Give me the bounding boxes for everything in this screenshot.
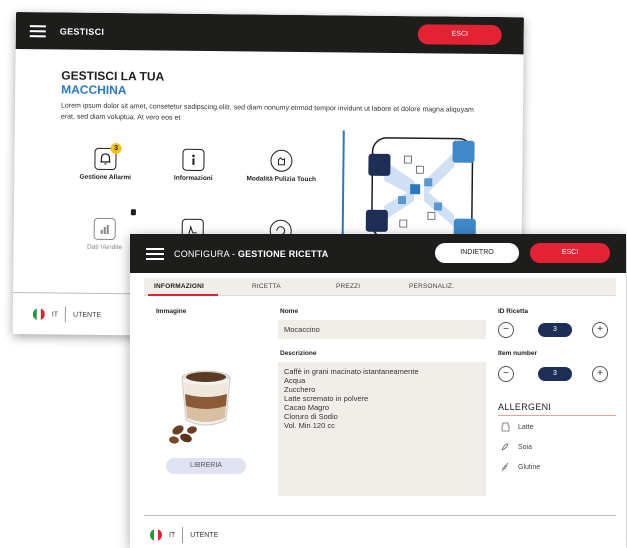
window-title: GESTISCI: [59, 25, 105, 37]
recipe-id-value: 3: [538, 323, 572, 337]
item-number-value: 3: [538, 367, 572, 381]
exit-button[interactable]: ESCI: [530, 243, 610, 263]
user-label[interactable]: UTENTE: [73, 311, 101, 318]
item-number-increment-button[interactable]: +: [592, 366, 608, 382]
tile-label: Gestione Allarmi: [79, 173, 132, 182]
recipe-id-increment-button[interactable]: +: [592, 322, 608, 338]
info-icon: [182, 148, 205, 171]
language-label[interactable]: IT: [52, 311, 58, 318]
description-line: Cloruro di Sodio: [284, 412, 338, 421]
milk-icon: [500, 422, 510, 432]
exit-button[interactable]: ESCI: [417, 24, 502, 46]
description-line: Vol. Min 120 cc: [284, 421, 335, 430]
language-label[interactable]: IT: [169, 532, 175, 539]
tab-ricetta[interactable]: RICETTA: [252, 283, 281, 290]
lock-icon: [130, 209, 136, 216]
active-tab-indicator: [148, 294, 218, 296]
allergen-item[interactable]: Soia: [500, 442, 532, 452]
tab-prezzi[interactable]: PREZZI: [336, 283, 360, 290]
tab-personaliz[interactable]: PERSONALIZ.: [409, 283, 454, 290]
divider: [64, 306, 67, 323]
page-heading-accent: MACCHINA: [61, 82, 127, 98]
wheat-icon: [500, 462, 510, 472]
tab-bar: INFORMAZIONI RICETTA PREZZI PERSONALIZ.: [144, 278, 616, 296]
image-label: Immagine: [156, 308, 187, 315]
divider: [498, 415, 616, 416]
menu-icon[interactable]: [29, 24, 46, 37]
title-prefix: CONFIGURA -: [174, 248, 238, 259]
divider: [182, 527, 184, 543]
cleaning-hand-icon: [270, 149, 293, 172]
allergens-title: ALLERGENI: [498, 402, 552, 412]
allergen-item[interactable]: Glutine: [500, 462, 540, 472]
tile-alarms[interactable]: 3 Gestione Allarmi: [70, 142, 140, 183]
sales-chart-icon: [93, 217, 116, 241]
item-number-label: Item number: [498, 350, 538, 357]
window-title: CONFIGURA - GESTIONE RICETTA: [174, 249, 328, 259]
recipe-id-decrement-button[interactable]: −: [498, 322, 514, 338]
footer: IT UTENTE: [144, 515, 616, 548]
description-line: Zucchero: [284, 385, 316, 394]
description-line: Cacao Magro: [284, 403, 330, 412]
user-label[interactable]: UTENTE: [190, 532, 218, 539]
name-label: Nome: [280, 308, 299, 315]
tile-cleaning[interactable]: Modalità Pulizia Touch: [246, 149, 316, 184]
tab-informazioni[interactable]: INFORMAZIONI: [154, 283, 204, 290]
stage: GESTISCI ESCI GESTISCI LA TUA MACCHINA L…: [0, 0, 627, 548]
item-number-decrement-button[interactable]: −: [498, 366, 514, 382]
top-bar: CONFIGURA - GESTIONE RICETTA INDIETRO ES…: [130, 234, 626, 273]
tile-info[interactable]: Informazioni: [158, 148, 228, 184]
allergen-label: Latte: [518, 423, 534, 431]
description-label: Descrizione: [280, 350, 317, 357]
page-description: Lorem ipsum dolor sit amet, consetetur s…: [60, 102, 474, 122]
allergen-label: Soia: [518, 443, 533, 451]
description-field[interactable]: Caffè in grani macinato istantaneamente …: [278, 362, 486, 496]
library-button[interactable]: LIBRERIA: [166, 458, 246, 474]
allergen-item[interactable]: Latte: [500, 422, 534, 432]
tile-label: Informazioni: [173, 174, 213, 183]
bell-icon: 3: [94, 142, 122, 171]
title-section: GESTIONE RICETTA: [237, 248, 329, 259]
description-line: Latte scremato in polvere: [284, 394, 369, 403]
recipe-config-window: CONFIGURA - GESTIONE RICETTA INDIETRO ES…: [130, 234, 626, 548]
alarm-count-badge: 3: [110, 142, 122, 155]
description-line: Caffè in grani macinato istantaneamente: [284, 367, 419, 376]
soy-icon: [500, 442, 510, 452]
top-bar: GESTISCI ESCI: [15, 12, 524, 55]
tile-label: Modalità Pulizia Touch: [246, 175, 317, 184]
name-field[interactable]: Mocaccino: [278, 320, 486, 339]
italy-flag-icon[interactable]: [32, 308, 45, 321]
coffee-cup-image: [169, 370, 231, 444]
allergen-label: Glutine: [518, 463, 541, 471]
recipe-id-label: ID Ricetta: [498, 308, 528, 315]
italy-flag-icon[interactable]: [150, 529, 162, 541]
page-heading: GESTISCI LA TUA: [61, 68, 165, 84]
menu-icon[interactable]: [146, 247, 164, 260]
description-line: Acqua: [284, 376, 306, 385]
back-button[interactable]: INDIETRO: [435, 243, 519, 263]
